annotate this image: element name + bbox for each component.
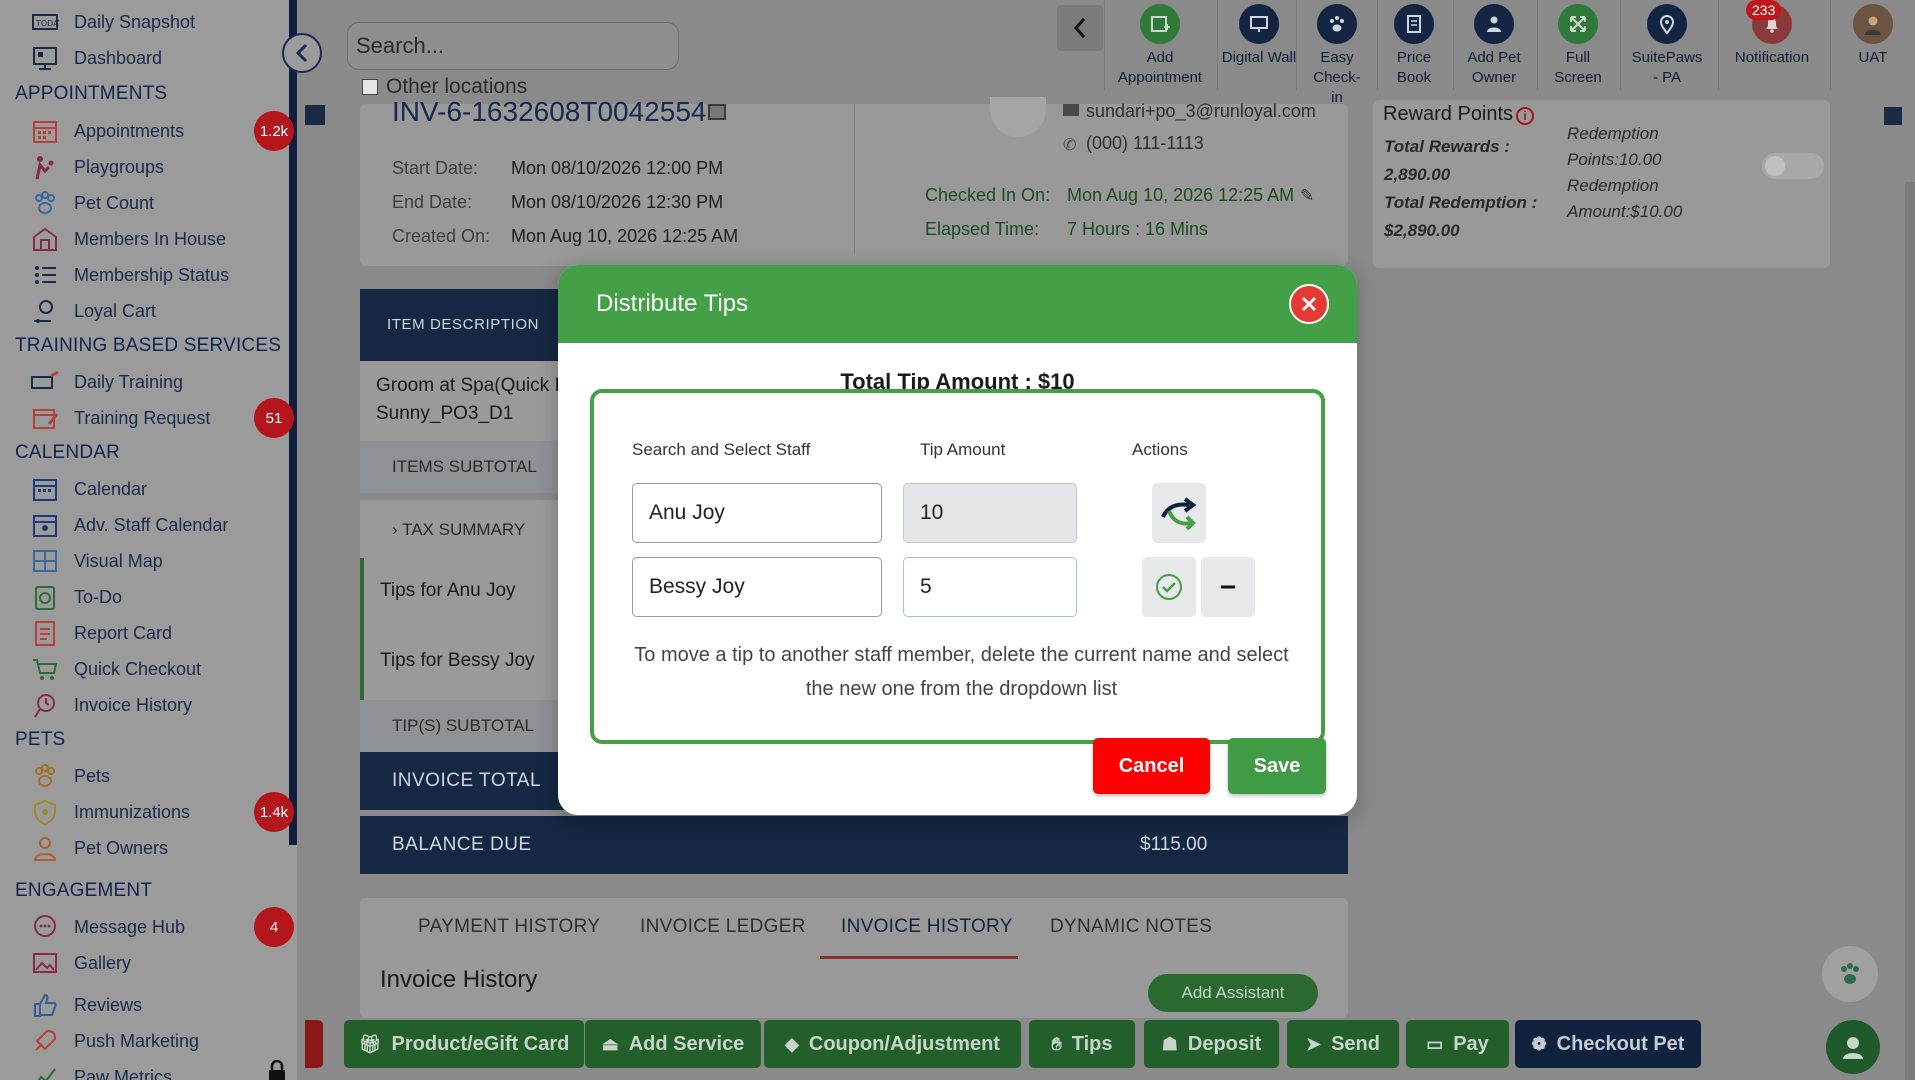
chevron-left-icon (295, 43, 308, 63)
cancel-button[interactable]: Cancel (1093, 738, 1210, 794)
tip-value: 5 (920, 575, 932, 598)
remove-tip-button[interactable] (1201, 557, 1255, 617)
staff-field[interactable]: Bessy Joy (632, 557, 882, 617)
sidebar-collapse-button[interactable] (282, 33, 322, 73)
modal-title: Distribute Tips (596, 290, 749, 317)
actions-column-header: Actions (1132, 440, 1188, 459)
save-label: Save (1253, 754, 1301, 777)
staff-value: Anu Joy (649, 501, 725, 524)
staff-column-header: Search and Select Staff (632, 440, 811, 459)
tip-move-hint: To move a tip to another staff member, d… (634, 644, 1289, 700)
confirm-tip-button[interactable] (1142, 557, 1196, 617)
transfer-tip-button[interactable] (1152, 483, 1206, 543)
check-circle-icon (1156, 574, 1182, 600)
tip-column-header: Tip Amount (920, 440, 1006, 459)
staff-field[interactable]: Anu Joy (632, 483, 882, 543)
modal-close-button[interactable] (1289, 284, 1329, 324)
tip-amount-field[interactable]: 5 (903, 557, 1077, 617)
minus-icon (1221, 585, 1235, 589)
transfer-icon (1161, 497, 1197, 531)
tip-value: 10 (920, 501, 944, 524)
tip-distribution-box: Search and Select Staff Tip Amount Actio… (590, 389, 1325, 744)
cancel-label: Cancel (1118, 754, 1185, 777)
tip-amount-field: 10 (903, 483, 1077, 543)
distribute-tips-modal: Distribute Tips Total Tip Amount : $10 S… (558, 265, 1357, 815)
staff-value: Bessy Joy (649, 575, 745, 598)
close-icon (1301, 296, 1317, 312)
save-button[interactable]: Save (1228, 738, 1326, 794)
modal-header: Distribute Tips (558, 265, 1357, 343)
